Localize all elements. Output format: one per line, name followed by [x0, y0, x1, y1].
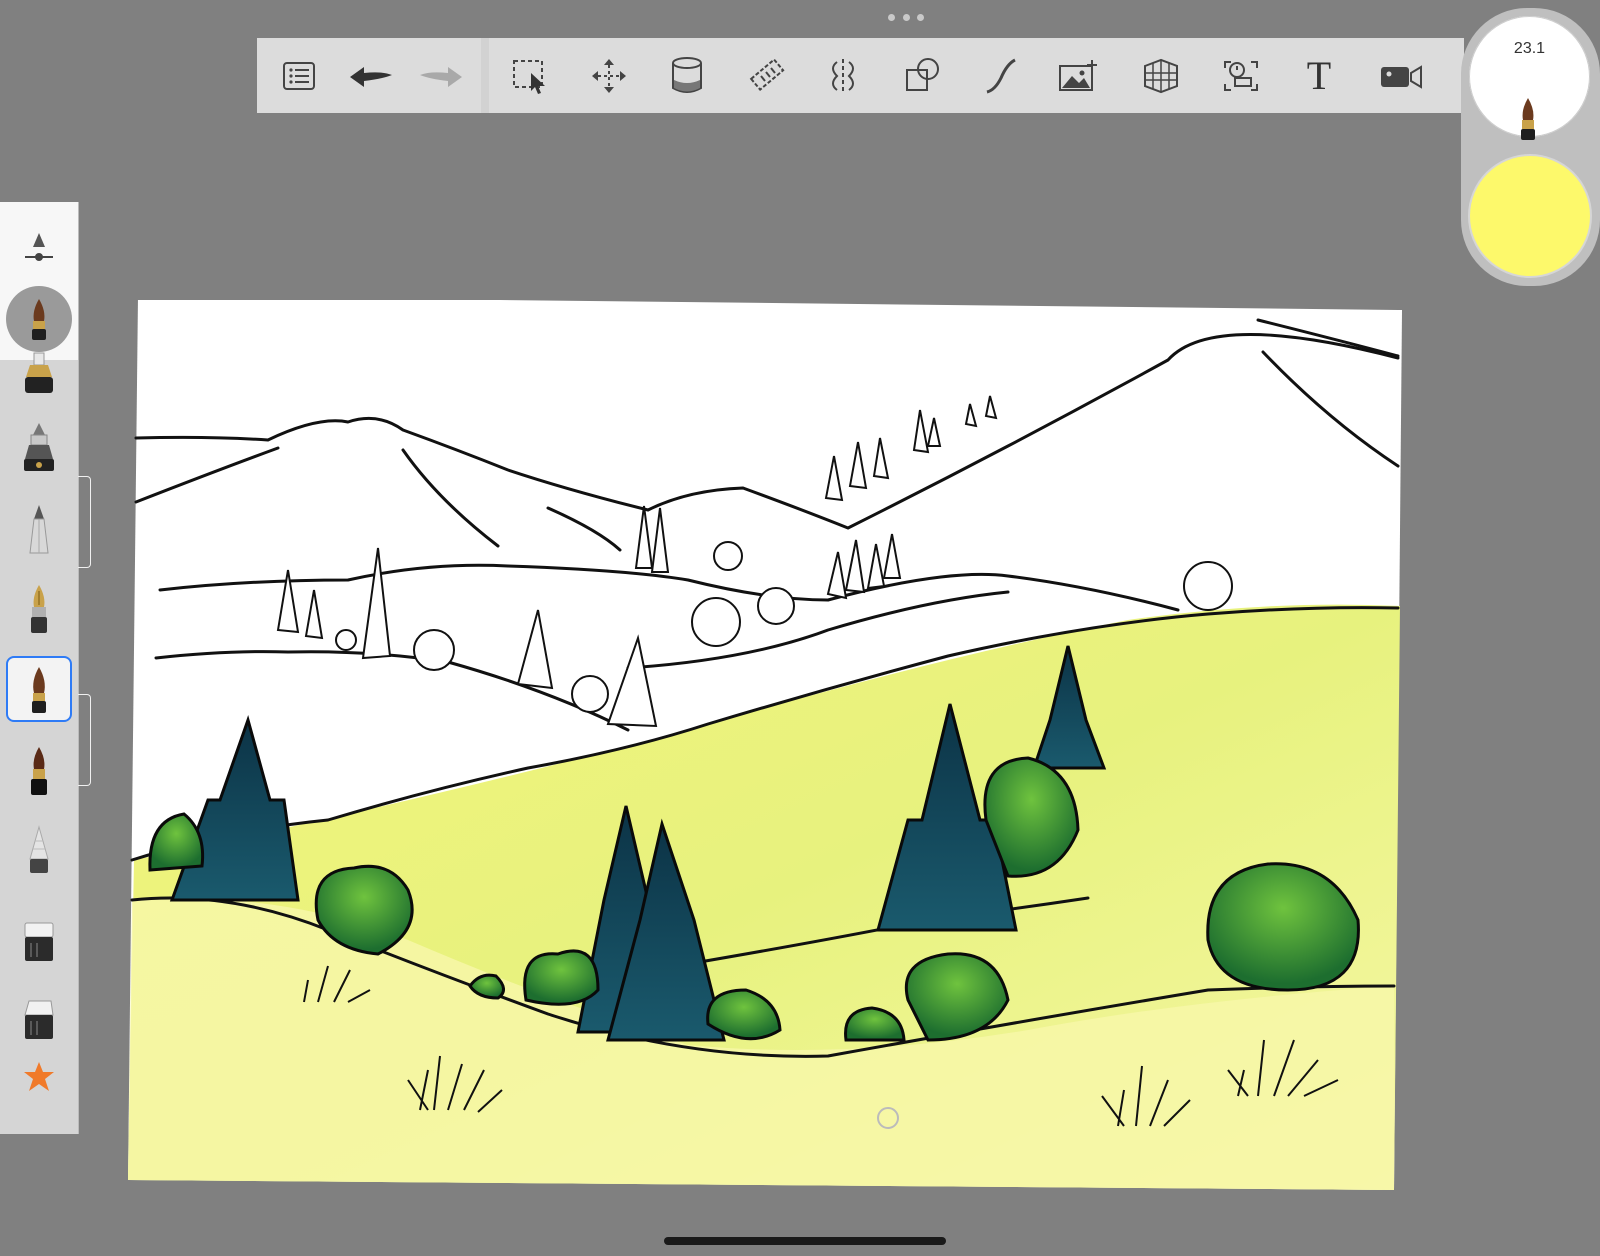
brush-pencil[interactable]: [6, 496, 72, 562]
timelapse-icon: [1224, 61, 1258, 91]
cone-brush-icon: [29, 825, 49, 873]
undo-icon: [350, 67, 392, 87]
brush-favorites[interactable]: [6, 1044, 72, 1110]
pencil-icon: [29, 505, 49, 554]
selection-icon: [513, 60, 545, 94]
record-button[interactable]: [1375, 50, 1427, 102]
shapes-button[interactable]: [897, 50, 949, 102]
brush-cone[interactable]: [6, 818, 72, 884]
symmetry-icon: [832, 59, 854, 93]
ruler-button[interactable]: [741, 50, 793, 102]
undo-button[interactable]: [345, 50, 397, 102]
brush-eraser-soft[interactable]: [6, 908, 72, 974]
brush-size-value: 23.1: [1513, 40, 1546, 57]
layers-list-button[interactable]: [273, 50, 325, 102]
stroke-button[interactable]: [975, 50, 1027, 102]
redo-icon: [420, 67, 462, 87]
ruler-icon: [749, 58, 785, 92]
brush-set-tab[interactable]: [78, 694, 91, 786]
video-icon: [1381, 65, 1422, 89]
toolbar-separator: [481, 38, 489, 113]
image-add-icon: [1059, 60, 1097, 91]
top-toolbar: T: [257, 38, 1464, 113]
drawing-canvas[interactable]: [128, 296, 1430, 1210]
brush-library-panel: [0, 202, 91, 1134]
brush-eraser-hard[interactable]: [6, 986, 72, 1052]
paint-bucket-icon: [672, 57, 702, 93]
brush-size-puck[interactable]: 23.1: [1469, 16, 1590, 140]
text-button[interactable]: T: [1293, 50, 1345, 102]
perspective-button[interactable]: [1135, 50, 1187, 102]
landscape-artwork: [128, 296, 1402, 1190]
home-indicator[interactable]: [664, 1237, 946, 1245]
fountain-pen-icon: [31, 585, 47, 633]
brush-color-panel: 23.1: [1461, 8, 1600, 286]
redo-button[interactable]: [415, 50, 467, 102]
shapes-icon: [906, 58, 939, 91]
ink-pen-icon: [31, 747, 47, 795]
transform-button[interactable]: [583, 50, 635, 102]
list-icon: [283, 62, 315, 90]
curve-icon: [986, 58, 1016, 94]
brush-set-tab[interactable]: [78, 476, 91, 568]
brush-fountain-pen[interactable]: [6, 576, 72, 642]
paintbrush-icon: [32, 667, 46, 713]
eraser-icon: [24, 922, 54, 961]
multitasking-dots[interactable]: [888, 14, 924, 22]
symmetry-button[interactable]: [817, 50, 869, 102]
marker-icon: [25, 352, 53, 393]
brush-settings-button[interactable]: [6, 216, 72, 282]
fill-button[interactable]: [661, 50, 713, 102]
star-icon: [24, 1062, 54, 1091]
brush-airbrush[interactable]: [6, 414, 72, 480]
current-color-swatch[interactable]: [1470, 156, 1590, 276]
move-icon: [592, 59, 626, 93]
brush-paintbrush[interactable]: [6, 656, 72, 722]
add-image-button[interactable]: [1053, 50, 1105, 102]
brush-marker[interactable]: [6, 340, 72, 406]
brush-settings-icon: [25, 233, 53, 261]
airbrush-icon: [24, 423, 54, 471]
selection-button[interactable]: [505, 50, 557, 102]
perspective-grid-icon: [1144, 58, 1178, 94]
paintbrush-icon: [32, 299, 46, 340]
brush-ink-pen[interactable]: [6, 738, 72, 804]
paintbrush-icon: [1521, 98, 1535, 140]
time-lapse-button[interactable]: [1215, 50, 1267, 102]
eraser-icon: [24, 1000, 54, 1039]
text-icon: T: [1306, 53, 1332, 98]
